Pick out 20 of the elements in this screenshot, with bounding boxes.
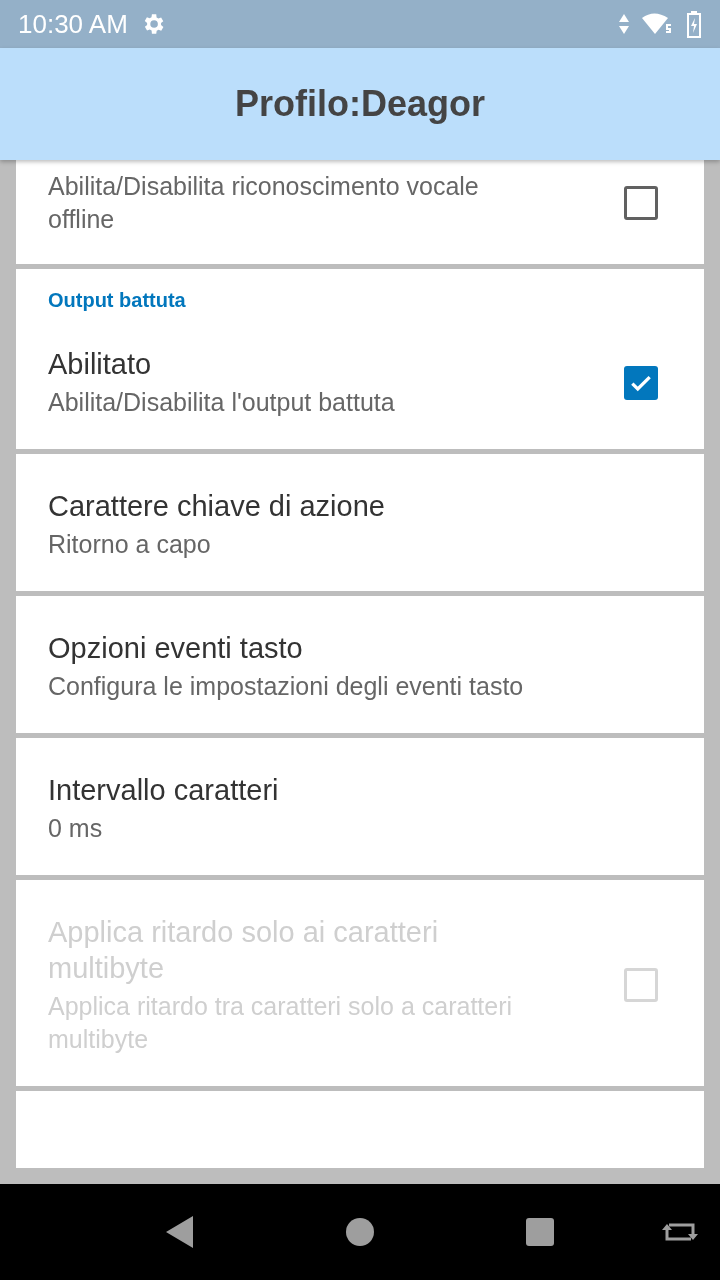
- checkbox[interactable]: [624, 365, 658, 400]
- battery-charging-icon: [686, 10, 702, 38]
- setting-summary: Ritorno a capo: [48, 529, 212, 560]
- back-icon[interactable]: [165, 1215, 195, 1249]
- setting-summary: Abilita/Disabilita l'output battuta: [48, 387, 396, 418]
- page-title: Profilo:Deagor: [235, 83, 485, 125]
- home-icon[interactable]: [345, 1217, 375, 1247]
- setting-title: Opzioni eventi tasto: [48, 631, 304, 666]
- setting-summary: 0 ms: [48, 813, 104, 844]
- section-header: Output battuta: [47, 288, 187, 312]
- setting-title: Carattere chiave di azione: [48, 489, 386, 524]
- status-time: 10:30 AM: [18, 8, 128, 40]
- wifi-icon: [642, 12, 674, 36]
- setting-title: Intervallo caratteri: [48, 773, 280, 808]
- setting-summary: Abilita/Disabilita riconoscimento vocale offline: [48, 171, 480, 235]
- setting-summary: Configura le impostazioni degli eventi tasto: [48, 671, 525, 702]
- checkbox[interactable]: [624, 186, 658, 220]
- recents-icon[interactable]: [525, 1217, 555, 1247]
- data-arrows-icon: [618, 12, 630, 36]
- setting-title: Abilitato: [48, 347, 153, 382]
